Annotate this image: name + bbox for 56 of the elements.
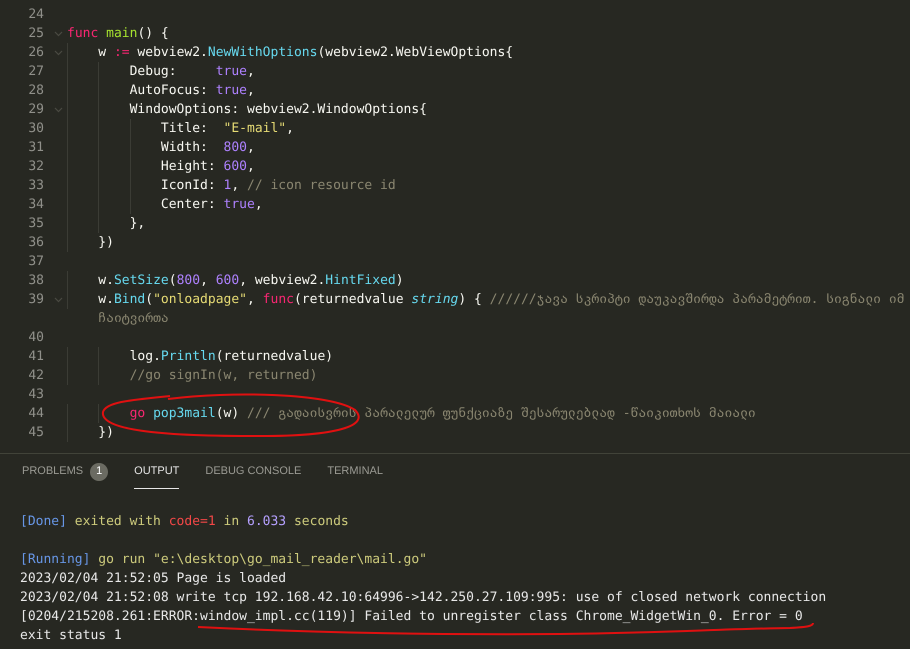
code-line: }) bbox=[98, 234, 114, 252]
code-line: w.Bind("onloadpage", func(returnedvalue string) { //////ჯავა სკრიპტი დაუკავშირდა პარამეტრით. სიგნალი იმ bbox=[98, 290, 904, 309]
panel-tab[interactable]: PROBLEMS bbox=[22, 454, 84, 489]
line-number: 34 bbox=[27, 196, 44, 214]
panel-tab[interactable]: TERMINAL bbox=[327, 454, 383, 489]
code-line: Debug: true, bbox=[130, 62, 255, 81]
line-number: 29 bbox=[27, 100, 44, 119]
line-number: 36 bbox=[27, 234, 44, 252]
code-line: log.Println(returnedvalue) bbox=[130, 348, 334, 366]
line-number: 45 bbox=[27, 424, 44, 442]
code-line: //go signIn(w, returned) bbox=[130, 366, 318, 385]
line-number: 32 bbox=[27, 158, 44, 176]
fold-chevron-icon[interactable] bbox=[54, 30, 63, 36]
line-number: 40 bbox=[27, 328, 44, 347]
output-line: exit status 1 bbox=[20, 626, 122, 645]
problem-count-badge: 1 bbox=[90, 462, 108, 480]
code-line: WindowOptions: webview2.WindowOptions{ bbox=[130, 100, 428, 119]
code-line: }) bbox=[98, 424, 114, 442]
output-line: 2023/02/04 21:52:05 Page is loaded bbox=[20, 570, 286, 588]
output-line: [0204/215208.261:ERROR:window_impl.cc(119)] Failed to unregister class Chrome_WidgetWin_0. Error = 0 bbox=[20, 608, 803, 626]
line-number: 33 bbox=[27, 176, 44, 195]
line-number: 25 bbox=[27, 24, 44, 43]
panel-tab[interactable]: DEBUG CONSOLE bbox=[205, 454, 302, 489]
output-line: [Done] exited with code=1 in 6.033 seconds bbox=[20, 512, 349, 531]
line-number: 27 bbox=[27, 62, 44, 81]
code-line: }, bbox=[130, 214, 146, 233]
code-line: Title: "E-mail", bbox=[160, 120, 294, 138]
line-number: 28 bbox=[27, 82, 44, 100]
line-number: 37 bbox=[27, 252, 44, 271]
code-line: w.SetSize(800, 600, webview2.HintFixed) bbox=[98, 272, 404, 290]
code-line: w := webview2.NewWithOptions(webview2.WebViewOptions{ bbox=[98, 44, 514, 62]
line-number: 43 bbox=[27, 386, 44, 404]
line-number: 24 bbox=[27, 6, 44, 24]
line-number: 41 bbox=[27, 348, 44, 366]
code-line: func main() { bbox=[67, 24, 169, 43]
line-number: 39 bbox=[27, 290, 44, 309]
output-line: [Running] go run "e:\desktop\go_mail_reader\mail.go" bbox=[20, 550, 427, 569]
panel-tab[interactable]: OUTPUT bbox=[134, 454, 180, 489]
code-line: Height: 600, bbox=[160, 158, 255, 176]
code-line-continuation: ჩაიტვირთა bbox=[98, 310, 169, 328]
code-line: IconId: 1, // icon resource id bbox=[160, 176, 396, 195]
code-line: go pop3mail(w) /// გადაისვრის პარალელურ ფუნქციაზე შესარულებლად -წაიკითხოს მაიალი bbox=[130, 404, 756, 423]
fold-chevron-icon[interactable] bbox=[54, 106, 63, 112]
line-number: 42 bbox=[27, 366, 44, 385]
code-line: Center: true, bbox=[160, 196, 263, 214]
fold-chevron-icon[interactable] bbox=[54, 50, 63, 56]
code-line: AutoFocus: true, bbox=[130, 82, 255, 100]
fold-chevron-icon[interactable] bbox=[54, 296, 63, 302]
line-number: 26 bbox=[27, 44, 44, 62]
line-number: 35 bbox=[27, 214, 44, 233]
output-line: 2023/02/04 21:52:08 write tcp 192.168.42.10:64996->142.250.27.109:995: use of closed network connection bbox=[20, 588, 826, 607]
line-number: 38 bbox=[27, 272, 44, 290]
line-number: 44 bbox=[27, 404, 44, 423]
line-number: 30 bbox=[27, 120, 44, 138]
code-line: Width: 800, bbox=[160, 138, 255, 157]
line-number: 31 bbox=[27, 138, 44, 157]
